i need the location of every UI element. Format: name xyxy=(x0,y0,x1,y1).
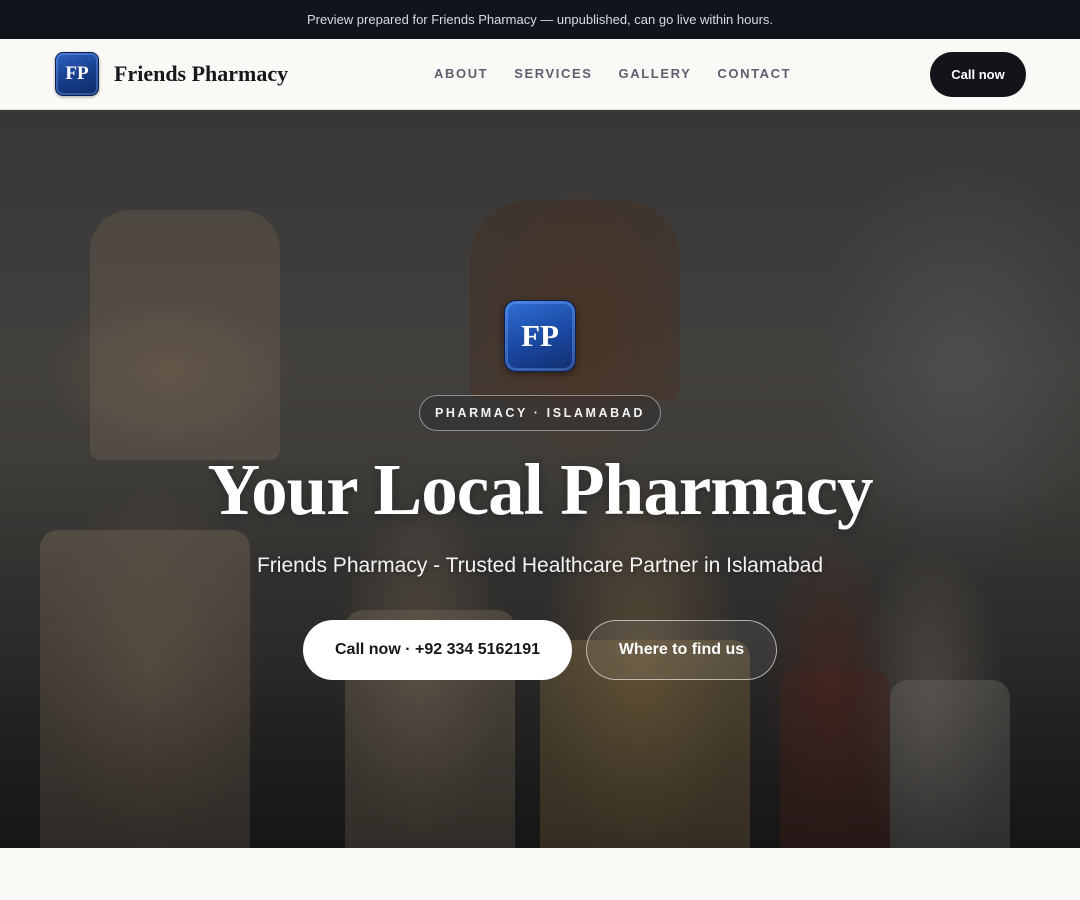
hero-title: Your Local Pharmacy xyxy=(207,449,874,530)
hero-logo-text: FP xyxy=(521,318,559,353)
site-header: FP Friends Pharmacy ABOUT SERVICES GALLE… xyxy=(0,39,1080,110)
nav-gallery[interactable]: GALLERY xyxy=(619,66,692,81)
brand-name: Friends Pharmacy xyxy=(114,61,289,86)
nav-about[interactable]: ABOUT xyxy=(434,66,488,81)
announcement-bar: Preview prepared for Friends Pharmacy — … xyxy=(0,0,1080,39)
main-nav: ABOUT SERVICES GALLERY CONTACT xyxy=(434,66,791,81)
hero-section: FP PHARMACY · ISLAMABAD Your Local Pharm… xyxy=(0,110,1080,848)
hero-logo-icon: FP xyxy=(504,300,576,372)
logo-icon: FP xyxy=(55,52,99,96)
nav-services[interactable]: SERVICES xyxy=(514,66,592,81)
header-call-button[interactable]: Call now xyxy=(930,52,1026,97)
nav-contact[interactable]: CONTACT xyxy=(717,66,791,81)
brand-home-link[interactable]: FP Friends Pharmacy xyxy=(55,52,288,96)
location-badge: PHARMACY · ISLAMABAD xyxy=(419,395,661,431)
next-section xyxy=(0,848,1080,900)
hero-subtitle: Friends Pharmacy - Trusted Healthcare Pa… xyxy=(256,554,824,577)
find-us-button[interactable]: Where to find us xyxy=(586,620,777,680)
hero-content: FP PHARMACY · ISLAMABAD Your Local Pharm… xyxy=(0,110,1080,848)
hero-call-button[interactable]: Call now · +92 334 5162191 xyxy=(303,620,572,680)
announcement-text: Preview prepared for Friends Pharmacy — … xyxy=(306,12,774,27)
logo-text: FP xyxy=(65,63,89,84)
